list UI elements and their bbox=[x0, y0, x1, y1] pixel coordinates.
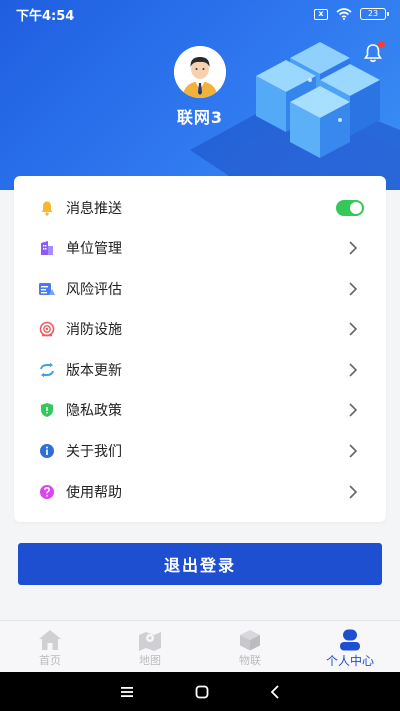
avatar[interactable] bbox=[174, 46, 226, 98]
menu-item-label: 隐私政策 bbox=[66, 403, 122, 419]
logout-button[interactable]: 退出登录 bbox=[18, 543, 382, 585]
tab-label: 地图 bbox=[139, 654, 161, 667]
fire-hydrant-icon bbox=[38, 320, 56, 338]
menu-item-label: 关于我们 bbox=[66, 444, 122, 460]
chevron-right-icon bbox=[349, 403, 358, 417]
menu-item-privacy-policy[interactable]: 隐私政策 bbox=[14, 390, 386, 430]
home-icon bbox=[39, 630, 61, 650]
map-icon bbox=[139, 632, 161, 651]
status-bar: 下午4:54 x 23 bbox=[0, 0, 400, 28]
shield-icon bbox=[38, 401, 56, 419]
menu-item-about-us[interactable]: 关于我们 bbox=[14, 431, 386, 471]
tab-label: 个人中心 bbox=[325, 654, 374, 668]
tab-label: 物联 bbox=[239, 654, 261, 667]
info-icon bbox=[38, 442, 56, 460]
bottom-tab-bar: 首页 地图 物联 个人中心 bbox=[0, 620, 400, 672]
menu-item-label: 单位管理 bbox=[66, 241, 122, 257]
toggle-knob bbox=[350, 202, 362, 214]
tab-iot[interactable]: 物联 bbox=[200, 621, 300, 673]
menu-item-label: 版本更新 bbox=[66, 363, 122, 379]
building-icon bbox=[38, 239, 56, 257]
cube-icon bbox=[240, 630, 260, 651]
tab-home[interactable]: 首页 bbox=[0, 621, 100, 673]
person-icon bbox=[340, 629, 360, 651]
sim-status-icon: x bbox=[314, 8, 328, 20]
settings-menu: 消息推送 单位管理 风险评估 消防设施 版本更新 隐私政策 关于我们 使用帮助 bbox=[14, 176, 386, 522]
tab-label: 首页 bbox=[39, 654, 61, 667]
username: 联网3 bbox=[176, 108, 224, 127]
chevron-right-icon bbox=[349, 444, 358, 458]
battery-icon: 23 bbox=[360, 8, 389, 20]
menu-item-help[interactable]: 使用帮助 bbox=[14, 472, 386, 512]
bell-icon bbox=[38, 199, 56, 217]
menu-item-label: 使用帮助 bbox=[66, 485, 122, 501]
notification-dot bbox=[378, 41, 385, 48]
menu-item-label: 消防设施 bbox=[66, 322, 122, 338]
help-icon bbox=[38, 483, 56, 501]
menu-item-label: 风险评估 bbox=[66, 282, 122, 298]
tab-profile[interactable]: 个人中心 bbox=[300, 621, 400, 673]
refresh-icon bbox=[38, 361, 56, 379]
menu-item-label: 消息推送 bbox=[66, 201, 122, 217]
home-square-icon[interactable] bbox=[195, 685, 209, 699]
system-navigation-bar bbox=[0, 672, 400, 711]
chevron-right-icon bbox=[349, 282, 358, 296]
chevron-right-icon bbox=[349, 485, 358, 499]
tab-map[interactable]: 地图 bbox=[100, 621, 200, 673]
menu-icon[interactable] bbox=[120, 686, 134, 698]
menu-item-message-push: 消息推送 bbox=[14, 188, 386, 228]
menu-item-fire-facilities[interactable]: 消防设施 bbox=[14, 309, 386, 349]
message-push-toggle[interactable] bbox=[336, 200, 364, 216]
notification-button[interactable] bbox=[362, 41, 385, 64]
status-time: 下午4:54 bbox=[16, 8, 75, 24]
chevron-right-icon bbox=[349, 322, 358, 336]
businessman-avatar-icon bbox=[174, 46, 226, 98]
menu-item-version-update[interactable]: 版本更新 bbox=[14, 350, 386, 390]
chevron-right-icon bbox=[349, 241, 358, 255]
assessment-icon bbox=[38, 280, 56, 298]
menu-item-unit-management[interactable]: 单位管理 bbox=[14, 228, 386, 268]
wifi-icon bbox=[336, 8, 352, 20]
menu-item-risk-assessment[interactable]: 风险评估 bbox=[14, 269, 386, 309]
back-icon[interactable] bbox=[270, 684, 280, 699]
chevron-right-icon bbox=[349, 363, 358, 377]
